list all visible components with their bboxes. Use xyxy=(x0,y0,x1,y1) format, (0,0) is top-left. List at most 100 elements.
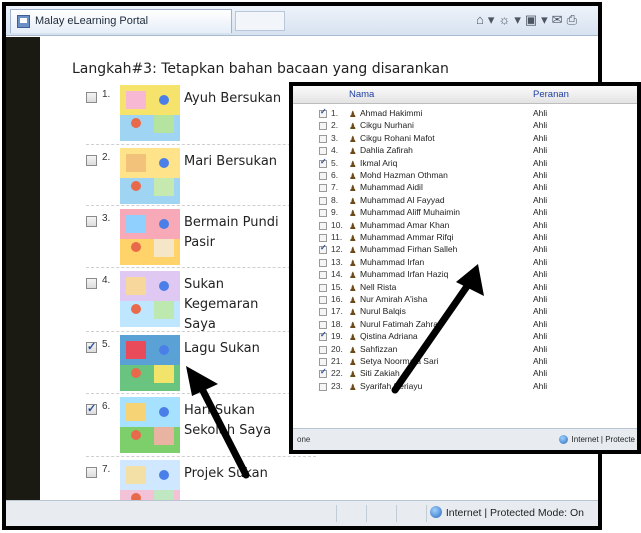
book-thumbnail[interactable] xyxy=(120,271,180,327)
member-checkbox[interactable] xyxy=(319,172,327,180)
member-name[interactable]: Ikmal Ariq xyxy=(360,158,397,168)
member-name[interactable]: Muhammad Ammar Rifqi xyxy=(360,232,454,242)
member-name[interactable]: Mohd Hazman Othman xyxy=(360,170,448,180)
item-checkbox[interactable] xyxy=(86,340,97,353)
member-checkbox[interactable] xyxy=(319,107,327,118)
user-icon: ♟ xyxy=(349,146,357,157)
book-thumbnail[interactable] xyxy=(120,335,180,391)
member-name[interactable]: Nur Amirah A'isha xyxy=(360,294,427,304)
dropdown-icon[interactable]: ▾ xyxy=(541,12,552,27)
member-name[interactable]: Muhammad Irfan xyxy=(360,257,424,267)
item-checkbox[interactable] xyxy=(86,216,97,227)
member-name[interactable]: Muhammad Firhan Salleh xyxy=(360,244,457,254)
member-checkbox[interactable] xyxy=(319,358,327,366)
item-divider xyxy=(86,144,316,145)
dropdown-icon[interactable]: ▾ xyxy=(514,12,525,27)
member-checkbox[interactable] xyxy=(319,243,327,255)
member-name[interactable]: Setya Noormala Sari xyxy=(360,356,438,366)
column-header-name[interactable]: Nama xyxy=(349,89,374,100)
member-checkbox[interactable] xyxy=(319,330,327,342)
member-number: 16. xyxy=(331,294,343,304)
member-name[interactable]: Syarifah Seriayu xyxy=(360,381,422,391)
member-role: Ahli xyxy=(533,132,548,143)
item-title[interactable]: Ayuh Bersukan xyxy=(184,89,294,109)
member-checkbox[interactable] xyxy=(319,184,327,193)
member-checkbox[interactable] xyxy=(319,345,327,354)
user-icon: ♟ xyxy=(349,195,357,206)
mail-icon[interactable]: ✉ xyxy=(552,12,567,27)
member-checkbox[interactable] xyxy=(319,367,327,379)
item-title[interactable]: Projek Sukan xyxy=(184,464,294,484)
new-tab-button[interactable] xyxy=(235,11,285,31)
member-number: 13. xyxy=(331,256,343,267)
member-checkbox[interactable] xyxy=(319,134,327,143)
popup-status-text: Internet | Protecte xyxy=(571,435,635,444)
member-name[interactable]: Muhammad Aidil xyxy=(360,182,423,192)
member-checkbox[interactable] xyxy=(319,196,327,205)
member-checkbox[interactable] xyxy=(319,147,327,156)
member-role: Ahli xyxy=(533,331,548,342)
member-name[interactable]: Muhammad Irfan Haziq xyxy=(360,269,448,279)
item-checkbox[interactable] xyxy=(86,92,97,103)
item-checkbox[interactable] xyxy=(86,402,97,415)
user-icon: ♟ xyxy=(349,158,357,169)
member-checkbox[interactable] xyxy=(319,308,327,317)
item-title[interactable]: Mari Bersukan xyxy=(184,152,294,172)
item-checkbox[interactable] xyxy=(86,278,97,289)
item-divider xyxy=(86,456,316,457)
member-checkbox[interactable] xyxy=(319,283,327,292)
home-icon[interactable]: ⌂ xyxy=(476,12,488,27)
member-name[interactable]: Nurul Balqis xyxy=(360,306,406,316)
status-zone[interactable]: Internet | Protected Mode: On xyxy=(429,506,584,519)
member-checkbox[interactable] xyxy=(319,157,327,168)
member-checkbox[interactable] xyxy=(319,209,327,218)
item-checkbox[interactable] xyxy=(86,155,97,166)
item-checkbox[interactable] xyxy=(86,467,97,478)
member-name[interactable]: Qistina Adriana xyxy=(360,331,418,341)
book-thumbnail[interactable] xyxy=(120,397,180,453)
member-name[interactable]: Nurul Fatimah Zahra xyxy=(360,319,438,329)
user-icon: ♟ xyxy=(349,357,357,367)
member-checkbox[interactable] xyxy=(319,382,327,391)
book-thumbnail[interactable] xyxy=(120,148,180,204)
item-number: 3. xyxy=(102,213,111,224)
member-name[interactable]: Sahfizzan xyxy=(360,344,397,354)
member-checkbox[interactable] xyxy=(319,271,327,280)
book-thumbnail[interactable] xyxy=(120,209,180,265)
item-title[interactable]: Hari Sukan Sekolah Saya xyxy=(184,401,294,441)
member-role: Ahli xyxy=(533,294,548,304)
book-thumbnail[interactable] xyxy=(120,85,180,141)
member-name[interactable]: Cikgu Nurhani xyxy=(360,120,414,130)
page-menu-icon[interactable]: ▣ xyxy=(525,12,541,27)
item-title[interactable]: Lagu Sukan xyxy=(184,339,294,359)
member-list-header: Nama Peranan xyxy=(293,86,637,104)
popup-status-left: one xyxy=(297,435,311,444)
member-row: 22. ♟Siti Zakiah Ahli xyxy=(293,367,637,380)
member-checkbox[interactable] xyxy=(319,221,327,230)
member-name[interactable]: Siti Zakiah xyxy=(360,368,400,378)
dropdown-icon[interactable]: ▾ xyxy=(488,12,499,27)
member-name[interactable]: Muhammad Aliff Muhaimin xyxy=(360,207,460,217)
member-name[interactable]: Muhammad Al Fayyad xyxy=(360,195,445,205)
member-name[interactable]: Muhammad Amar Khan xyxy=(360,220,449,230)
member-checkbox[interactable] xyxy=(319,122,327,131)
member-name[interactable]: Dahlia Zafirah xyxy=(360,145,413,155)
member-name[interactable]: Ahmad Hakimmi xyxy=(360,108,422,118)
member-row: 6. ♟ Mohd Hazman Othman Ahli xyxy=(293,170,637,182)
item-divider xyxy=(86,331,316,332)
item-title[interactable]: Sukan Kegemaran Saya xyxy=(184,275,294,335)
feeds-icon[interactable]: ☼ xyxy=(498,12,514,27)
item-title[interactable]: Bermain Pundi Pasir xyxy=(184,213,294,253)
member-name[interactable]: Nell Rista xyxy=(360,282,396,292)
column-header-role[interactable]: Peranan xyxy=(533,89,569,100)
member-name[interactable]: Cikgu Rohani Mafot xyxy=(360,133,435,143)
member-checkbox[interactable] xyxy=(319,320,327,329)
browser-tab[interactable]: Malay eLearning Portal xyxy=(10,9,232,33)
member-checkbox[interactable] xyxy=(319,234,327,242)
member-checkbox[interactable] xyxy=(319,258,327,267)
print-icon[interactable]: ⎙ xyxy=(567,12,581,27)
member-row: 17. ♟ Nurul Balqis Ahli xyxy=(293,306,637,318)
member-number: 8. xyxy=(331,194,339,205)
member-checkbox[interactable] xyxy=(319,296,327,304)
member-number: 19. xyxy=(331,331,343,342)
